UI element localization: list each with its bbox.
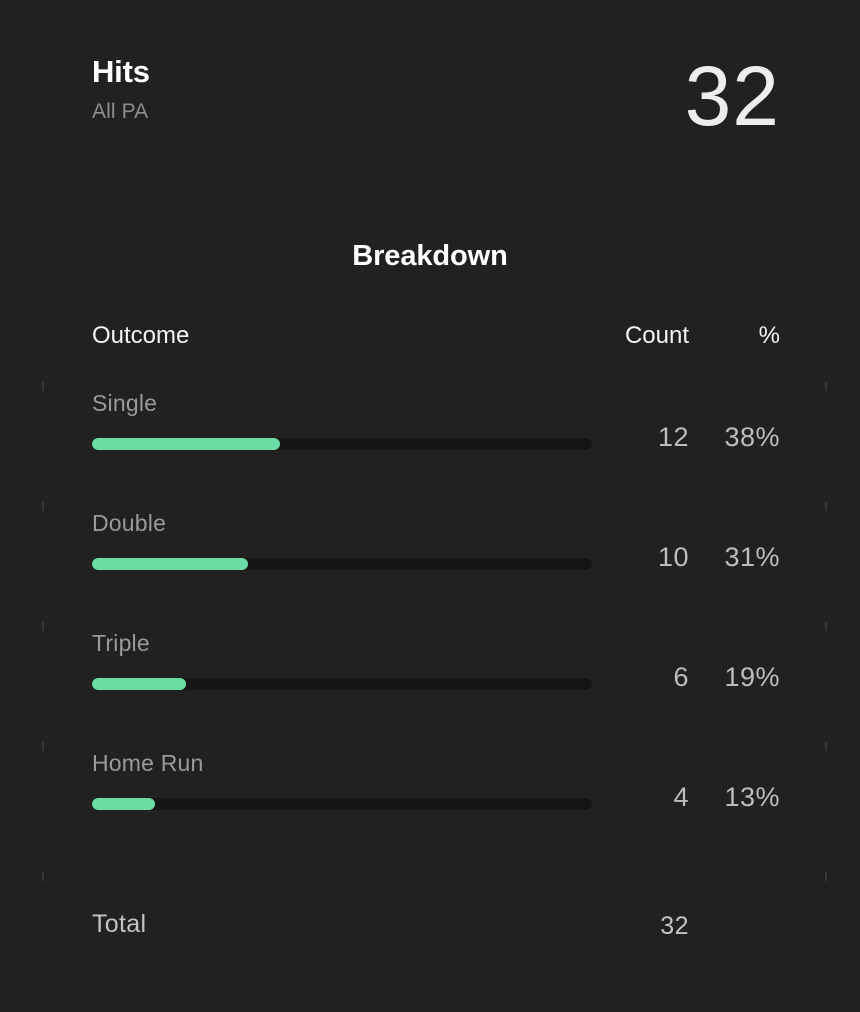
row-bar-track — [92, 798, 592, 810]
row-count-value: 4 — [673, 782, 689, 812]
row-outcome-label: Single — [92, 390, 158, 416]
breakdown-heading: Breakdown — [352, 240, 508, 272]
row-count-value: 12 — [657, 422, 689, 452]
total-label: Total — [92, 910, 147, 938]
total-count: 32 — [660, 912, 689, 940]
row-bar-fill — [92, 678, 186, 690]
row-outcome-label: Home Run — [92, 750, 204, 776]
column-header-percent: % — [758, 322, 780, 349]
row-percent-value: 31% — [724, 542, 780, 572]
row-percent-value: 38% — [724, 422, 780, 452]
table-row: Single 12 38% — [92, 390, 780, 510]
row-count-value: 10 — [657, 542, 689, 572]
header-text-group: Hits All PA — [92, 54, 150, 123]
column-header-count: Count — [624, 322, 689, 349]
table-row: Home Run 4 13% — [92, 750, 780, 870]
row-bar-fill — [92, 558, 248, 570]
row-edge-tick — [42, 622, 44, 631]
table-total-row: Total 32 — [92, 910, 780, 970]
row-bar-track — [92, 558, 592, 570]
row-edge-tick — [825, 502, 827, 511]
table-row: Double 10 31% — [92, 510, 780, 630]
row-percent-value: 19% — [724, 662, 780, 692]
table-row: Triple 6 19% — [92, 630, 780, 750]
row-count-value: 6 — [673, 662, 689, 692]
stat-title: Hits — [92, 54, 150, 89]
row-edge-tick — [825, 622, 827, 631]
row-edge-tick — [825, 382, 827, 391]
column-header-outcome: Outcome — [92, 322, 190, 349]
table-body: Single 12 38% Double 10 31% Triple 6 19% Home Run… — [92, 390, 780, 870]
row-bar-track — [92, 678, 592, 690]
row-edge-tick — [42, 872, 44, 881]
card-header: Hits All PA 32 — [92, 49, 780, 156]
row-percent-value: 13% — [724, 782, 780, 812]
row-bar-track — [92, 438, 592, 450]
row-edge-tick — [42, 742, 44, 751]
row-bar-fill — [92, 798, 155, 810]
row-edge-tick — [825, 742, 827, 751]
row-edge-tick — [825, 872, 827, 881]
stat-subtitle: All PA — [92, 99, 149, 123]
stat-total-value: 32 — [684, 49, 780, 143]
row-outcome-label: Double — [92, 510, 167, 536]
row-bar-fill — [92, 438, 280, 450]
stat-breakdown-card: Hits All PA 32 Breakdown Outcome Count %… — [0, 0, 860, 1012]
breakdown-table: Outcome Count % Single 12 38% Double 10 31% Tr… — [92, 322, 780, 970]
table-header-row: Outcome Count % — [92, 322, 780, 366]
row-outcome-label: Triple — [92, 630, 150, 656]
row-edge-tick — [42, 382, 44, 391]
row-edge-tick — [42, 502, 44, 511]
